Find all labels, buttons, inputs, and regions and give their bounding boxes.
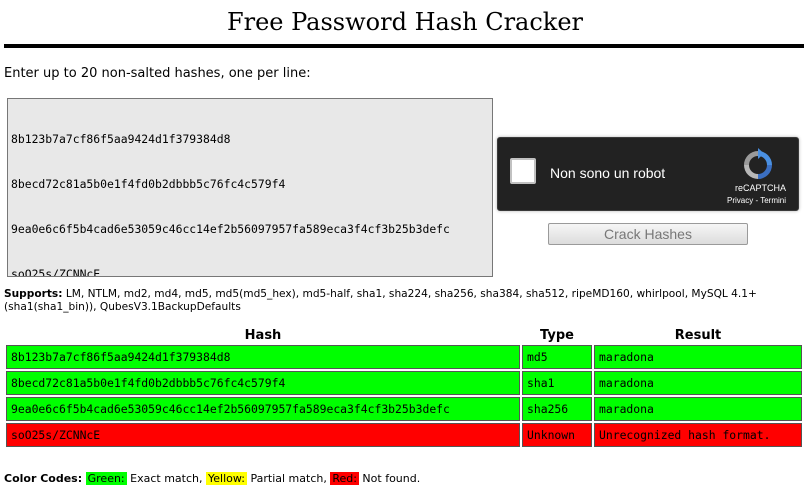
supports-list: LM, NTLM, md2, md4, md5, md5(md5_hex), m… bbox=[4, 288, 757, 313]
results-header-row: Hash Type Result bbox=[6, 328, 802, 343]
type-cell: Unknown bbox=[522, 423, 592, 447]
instructions-text: Enter up to 20 non-salted hashes, one pe… bbox=[4, 66, 311, 81]
header-hash: Hash bbox=[244, 328, 282, 343]
hash-cell: 9ea0e6c6f5b4cad6e53059c46cc14ef2b5609795… bbox=[6, 397, 520, 421]
supported-algorithms: Supports: LM, NTLM, md2, md4, md5, md5(m… bbox=[4, 288, 794, 314]
legend-yellow-desc: Partial match, bbox=[246, 472, 331, 485]
color-codes-legend: Color Codes: Green: Exact match, Yellow:… bbox=[4, 472, 420, 485]
title-divider bbox=[4, 44, 804, 48]
legend-green-swatch: Green: bbox=[85, 472, 127, 485]
crack-hashes-button[interactable]: Crack Hashes bbox=[548, 223, 748, 245]
result-cell: maradona bbox=[594, 371, 802, 395]
legend-label: Color Codes: bbox=[4, 472, 83, 485]
header-type: Type bbox=[540, 328, 574, 343]
type-cell: md5 bbox=[522, 345, 592, 369]
hash-input-textarea[interactable]: 8b123b7a7cf86f5aa9424d1f379384d8 8becd72… bbox=[7, 98, 493, 277]
result-cell: maradona bbox=[594, 345, 802, 369]
hash-cell: 8b123b7a7cf86f5aa9424d1f379384d8 bbox=[6, 345, 520, 369]
legend-yellow-swatch: Yellow: bbox=[206, 472, 247, 485]
results-table: Hash Type Result 8b123b7a7cf86f5aa9424d1… bbox=[4, 326, 804, 449]
header-result: Result bbox=[674, 328, 722, 343]
hash-input-line: soO25s/ZCNNcE bbox=[11, 267, 101, 277]
recaptcha-checkbox[interactable] bbox=[510, 158, 536, 184]
recaptcha-links: Privacy - Termini bbox=[727, 196, 786, 205]
page-title: Free Password Hash Cracker bbox=[226, 8, 584, 36]
hash-input-line: 8b123b7a7cf86f5aa9424d1f379384d8 bbox=[11, 132, 231, 146]
legend-red-desc: Not found. bbox=[358, 472, 421, 485]
result-cell: maradona bbox=[594, 397, 802, 421]
table-row: 9ea0e6c6f5b4cad6e53059c46cc14ef2b5609795… bbox=[6, 397, 802, 421]
table-row: soO25s/ZCNNcE Unknown Unrecognized hash … bbox=[6, 423, 802, 447]
type-cell: sha1 bbox=[522, 371, 592, 395]
table-row: 8becd72c81a5b0e1f4fd0b2dbbb5c76fc4c579f4… bbox=[6, 371, 802, 395]
legend-red-swatch: Red: bbox=[330, 472, 359, 485]
hash-input-line: 8becd72c81a5b0e1f4fd0b2dbbb5c76fc4c579f4 bbox=[11, 177, 286, 191]
type-cell: sha256 bbox=[522, 397, 592, 421]
recaptcha-brand: reCAPTCHA bbox=[734, 183, 786, 193]
hash-input-line: 9ea0e6c6f5b4cad6e53059c46cc14ef2b5609795… bbox=[11, 222, 450, 236]
legend-green-desc: Exact match, bbox=[126, 472, 206, 485]
supports-label: Supports: bbox=[4, 288, 63, 300]
recaptcha-label: Non sono un robot bbox=[550, 165, 666, 181]
recaptcha-terms-link[interactable]: Termini bbox=[760, 196, 786, 205]
table-row: 8b123b7a7cf86f5aa9424d1f379384d8 md5 mar… bbox=[6, 345, 802, 369]
hash-cell: 8becd72c81a5b0e1f4fd0b2dbbb5c76fc4c579f4 bbox=[6, 371, 520, 395]
recaptcha-privacy-link[interactable]: Privacy bbox=[727, 196, 753, 205]
recaptcha-widget: Non sono un robot reCAPTCHA Privacy - Te… bbox=[497, 137, 799, 211]
result-cell: Unrecognized hash format. bbox=[594, 423, 802, 447]
hash-cell: soO25s/ZCNNcE bbox=[6, 423, 520, 447]
recaptcha-logo-icon bbox=[744, 148, 772, 179]
